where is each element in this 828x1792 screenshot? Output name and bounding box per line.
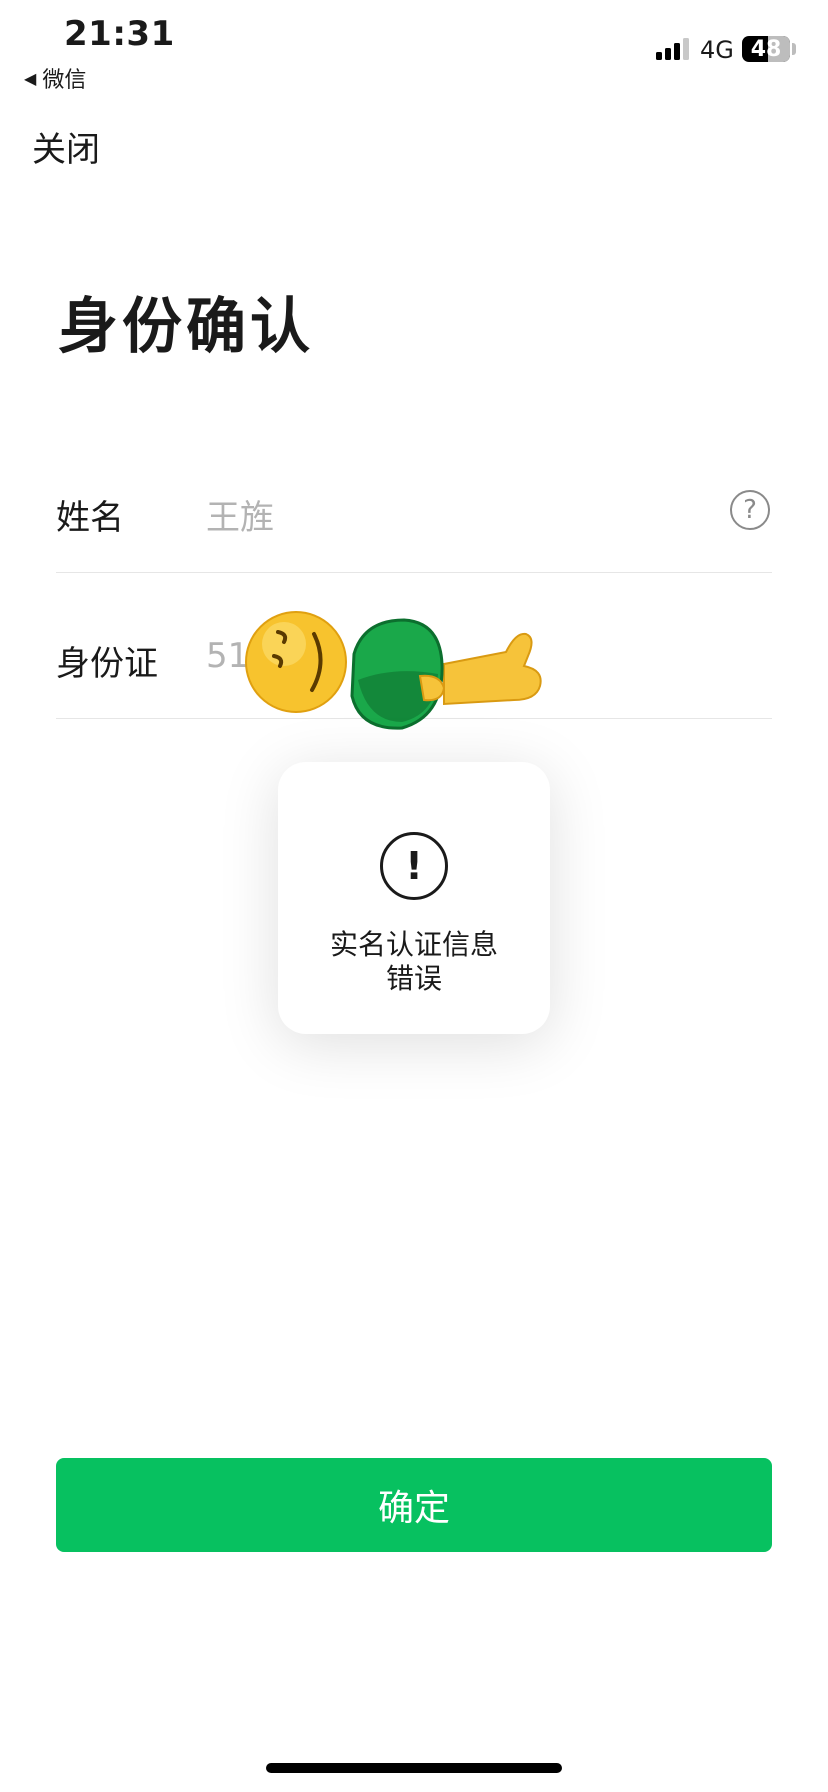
battery-indicator: 48 [742, 36, 790, 62]
toast-line-1: 实名认证信息 [329, 928, 498, 961]
name-field[interactable]: 王旌 [206, 490, 274, 539]
back-arrow-icon: ◀ [24, 68, 37, 88]
battery-cap [792, 43, 796, 55]
status-time: 21:31 [64, 14, 175, 54]
toast-message: 实名认证信息 错误 [278, 928, 550, 996]
divider [56, 572, 772, 573]
id-label: 身份证 [56, 644, 158, 684]
back-app-label: 微信 [42, 68, 87, 93]
confirm-button[interactable]: 确定 [56, 1458, 772, 1552]
signal-icon [656, 38, 689, 60]
alert-icon: ! [380, 832, 448, 900]
network-type: 4G [700, 36, 734, 64]
lying-person-sticker [350, 618, 542, 730]
sticker-overlay [245, 611, 542, 730]
close-button[interactable]: 关闭 [32, 122, 100, 171]
home-indicator[interactable] [266, 1763, 562, 1773]
page-title: 身份确认 [58, 292, 314, 362]
toast-line-2: 错误 [385, 962, 442, 995]
sleeping-face-sticker [245, 611, 347, 713]
back-to-app-link[interactable]: ◀ 微信 [24, 62, 86, 94]
help-icon[interactable]: ? [730, 490, 770, 530]
name-label: 姓名 [56, 498, 124, 538]
battery-level: 48 [750, 36, 782, 62]
error-toast: ! 实名认证信息 错误 [278, 762, 550, 1034]
